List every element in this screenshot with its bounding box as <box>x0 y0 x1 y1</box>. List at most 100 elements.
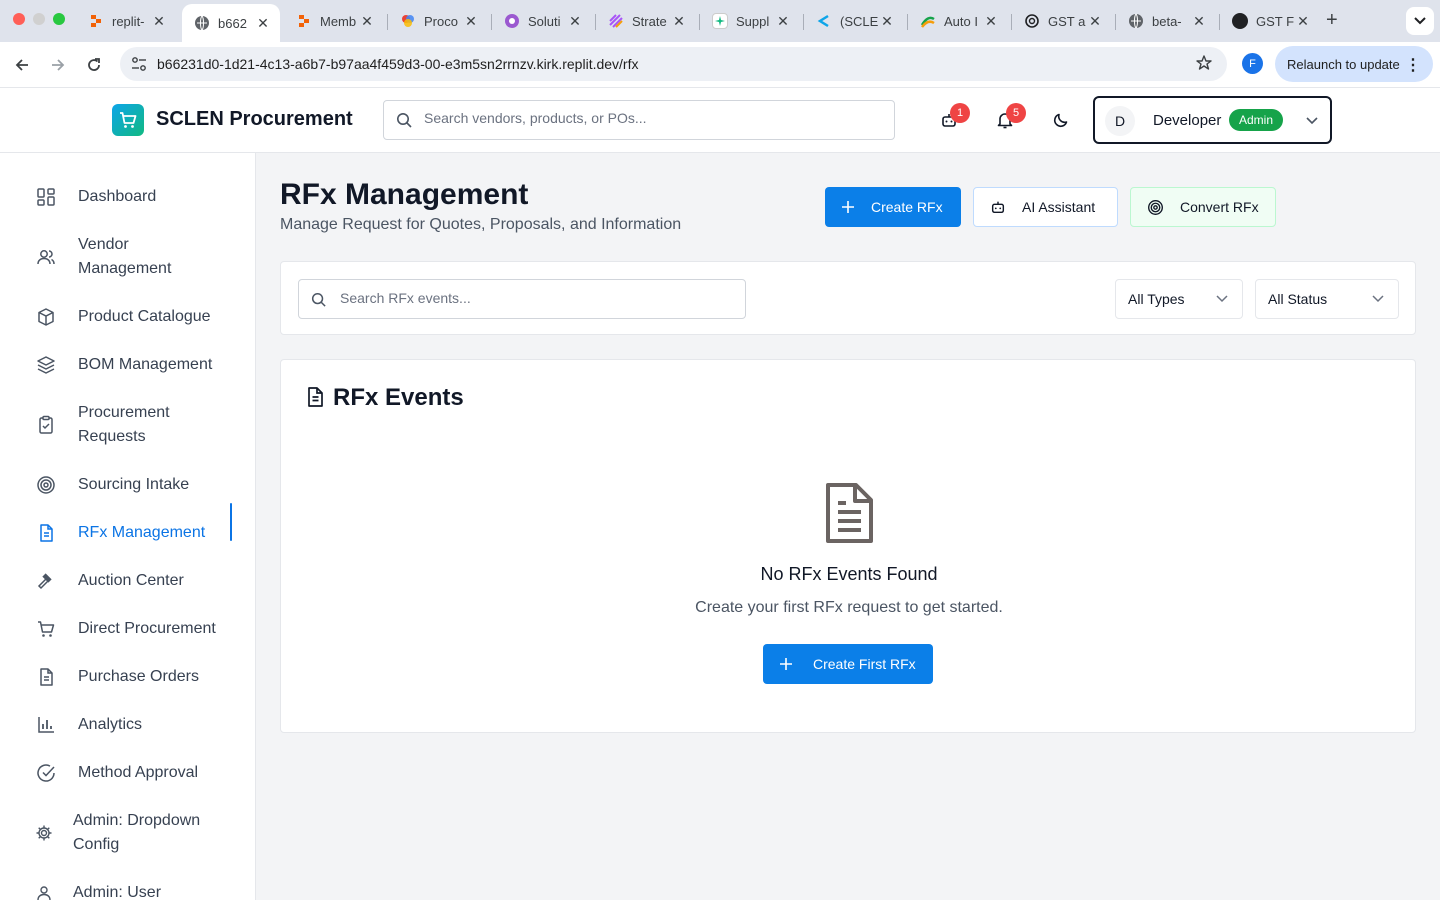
type-filter-select[interactable]: All Types <box>1115 279 1243 319</box>
browser-tab[interactable]: replit- ✕ <box>76 6 176 36</box>
address-bar[interactable]: b66231d0-1d21-4c13-a6b7-b97aa4f459d3-00-… <box>120 47 1227 81</box>
filter-card: All Types All Status <box>280 261 1416 335</box>
browser-tab[interactable]: Soluti ✕ <box>492 6 592 36</box>
user-menu[interactable]: D Developer Admin <box>1093 96 1332 144</box>
reload-button[interactable] <box>81 52 107 78</box>
sidebar-item-direct-procurement[interactable]: Direct Procurement <box>24 617 232 641</box>
sidebar-item-auction-center[interactable]: Auction Center <box>24 569 232 593</box>
sidebar-item-label: Analytics <box>78 716 143 733</box>
browser-toolbar: b66231d0-1d21-4c13-a6b7-b97aa4f459d3-00-… <box>0 42 1440 88</box>
target-icon <box>1148 199 1163 215</box>
minimize-window-button[interactable] <box>33 13 45 25</box>
browser-tab[interactable]: (SCLE ✕ <box>804 6 904 36</box>
browser-tab[interactable]: Auto I ✕ <box>908 6 1008 36</box>
close-tab-icon[interactable]: ✕ <box>1296 13 1310 30</box>
sidebar-item-analytics[interactable]: Analytics <box>24 713 232 737</box>
close-tab-icon[interactable]: ✕ <box>880 13 894 30</box>
sidebar-item-admin-dropdown-config[interactable]: Admin: Dropdown Config <box>24 809 232 857</box>
sidebar-item-admin-user[interactable]: Admin: User <box>24 881 232 900</box>
sidebar-item-bom-management[interactable]: BOM Management <box>24 353 232 377</box>
global-search[interactable] <box>383 100 895 140</box>
sidebar-item-label: Sourcing Intake <box>78 476 190 493</box>
sidebar-item-label: Procurement Requests <box>78 404 170 445</box>
empty-state-title: No RFx Events Found <box>760 564 938 584</box>
ai-bot-button[interactable]: 1 <box>936 103 970 133</box>
relaunch-button[interactable]: Relaunch to update ⋮ <box>1275 46 1433 82</box>
browser-tab-active[interactable]: b662 ✕ <box>182 4 280 42</box>
notifications-button[interactable]: 5 <box>992 103 1026 133</box>
browser-tab[interactable]: Memb ✕ <box>284 6 384 36</box>
profile-avatar[interactable]: F <box>1242 53 1263 74</box>
sidebar-item-sourcing-intake[interactable]: Sourcing Intake <box>24 473 232 497</box>
site-settings-icon[interactable] <box>130 55 148 78</box>
sidebar-item-method-approval[interactable]: Method Approval <box>24 761 232 785</box>
target-icon <box>34 473 58 497</box>
user-icon <box>32 881 56 900</box>
replit-icon <box>296 13 312 29</box>
ai-assistant-button[interactable]: AI Assistant <box>973 187 1118 227</box>
browser-tab[interactable]: Strate ✕ <box>596 6 696 36</box>
chevron-down-icon <box>1306 117 1318 125</box>
users-icon <box>34 245 58 269</box>
sidebar-item-product-catalogue[interactable]: Product Catalogue <box>24 305 232 329</box>
globe-icon <box>194 15 210 31</box>
browser-tab[interactable]: Suppl ✕ <box>700 6 800 36</box>
close-tab-icon[interactable]: ✕ <box>464 13 478 30</box>
back-button[interactable] <box>9 52 35 78</box>
more-vertical-icon[interactable]: ⋮ <box>1405 55 1421 75</box>
close-tab-icon[interactable]: ✕ <box>984 13 998 30</box>
sidebar-item-procurement-requests[interactable]: Procurement Requests <box>24 401 232 449</box>
forward-button[interactable] <box>45 52 71 78</box>
browser-tab[interactable]: Proco ✕ <box>388 6 488 36</box>
status-filter-select[interactable]: All Status <box>1255 279 1399 319</box>
sidebar-item-label: Vendor Management <box>78 236 172 277</box>
sidebar-item-label: Admin: Dropdown Config <box>73 812 201 853</box>
theme-toggle-button[interactable] <box>1048 107 1074 133</box>
sidebar-item-label: Purchase Orders <box>78 668 199 685</box>
sidebar-item-purchase-orders[interactable]: Purchase Orders <box>24 665 232 689</box>
sidebar-item-rfx-management[interactable]: RFx Management <box>24 503 232 545</box>
sidebar-item-dashboard[interactable]: Dashboard <box>24 185 232 209</box>
rfx-search[interactable] <box>298 279 746 319</box>
convert-rfx-button[interactable]: Convert RFx <box>1130 187 1276 227</box>
rfx-events-card: RFx Events No RFx Events Found Create yo… <box>280 359 1416 733</box>
close-tab-icon[interactable]: ✕ <box>1192 13 1206 30</box>
sidebar-item-label: Method Approval <box>78 764 199 781</box>
create-first-rfx-button[interactable]: Create First RFx <box>763 644 933 684</box>
tab-search-button[interactable] <box>1406 7 1434 35</box>
dashboard-icon <box>34 185 58 209</box>
sidebar-item-label: Product Catalogue <box>78 308 211 325</box>
bot-icon <box>991 201 1005 214</box>
close-tab-icon[interactable]: ✕ <box>1088 13 1102 30</box>
moon-icon <box>1053 113 1068 128</box>
check-circle-icon <box>34 761 58 785</box>
sidebar-item-label: BOM Management <box>78 356 213 373</box>
sidebar-item-vendor-management[interactable]: Vendor Management <box>24 233 232 281</box>
sidebar-item-label: Direct Procurement <box>78 620 216 637</box>
search-icon <box>311 292 326 307</box>
file-text-icon <box>308 387 323 407</box>
browser-tab[interactable]: GST a ✕ <box>1012 6 1112 36</box>
new-tab-button[interactable]: + <box>1326 9 1338 32</box>
stripes-icon <box>608 13 624 29</box>
close-tab-icon[interactable]: ✕ <box>672 13 686 30</box>
app-header: SCLEN Procurement 1 5 D Developer Admin <box>0 88 1440 153</box>
close-tab-icon[interactable]: ✕ <box>568 13 582 30</box>
close-tab-icon[interactable]: ✕ <box>776 13 790 30</box>
chevron-down-icon <box>1414 17 1426 25</box>
maximize-window-button[interactable] <box>53 13 65 25</box>
bookmark-star-icon[interactable] <box>1195 54 1213 77</box>
rfx-search-input[interactable] <box>340 290 730 306</box>
close-tab-icon[interactable]: ✕ <box>152 13 166 30</box>
browser-tab[interactable]: GST F ✕ <box>1220 6 1320 36</box>
brand-name[interactable]: SCLEN Procurement <box>156 108 353 131</box>
create-rfx-button[interactable]: Create RFx <box>825 187 961 227</box>
close-tab-icon[interactable]: ✕ <box>360 13 374 30</box>
browser-tab-bar: replit- ✕ b662 ✕ Memb ✕ Proco ✕ Soluti ✕… <box>0 0 1440 42</box>
sidebar-item-label: Auction Center <box>78 572 184 589</box>
close-window-button[interactable] <box>13 13 25 25</box>
cart-logo-icon[interactable] <box>112 104 144 136</box>
close-tab-icon[interactable]: ✕ <box>256 15 270 32</box>
global-search-input[interactable] <box>424 110 884 126</box>
browser-tab[interactable]: beta- ✕ <box>1116 6 1216 36</box>
